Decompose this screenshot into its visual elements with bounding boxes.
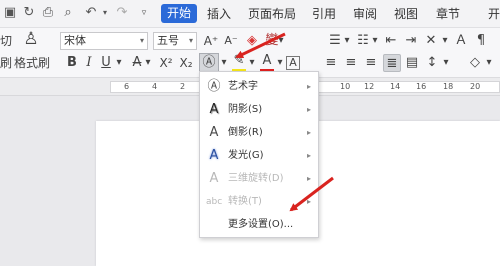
font-size-value: 五号 bbox=[157, 34, 179, 47]
ruler-number: 10 bbox=[340, 82, 351, 91]
menu-bar: ▣ ↻ ⎙ ⌕ ↶ ▾ ↷ ▿ 开始 插入 页面布局 引用 审阅 视图 章节 开 bbox=[0, 0, 500, 28]
tab-layout[interactable]: 页面布局 bbox=[248, 6, 296, 22]
cut-label[interactable]: 切 bbox=[0, 34, 12, 48]
chinese-layout-icon[interactable]: ✕ bbox=[422, 32, 440, 50]
menu-item-more-settings[interactable]: 更多设置(O)... bbox=[200, 214, 318, 236]
ruler-number: 18 bbox=[443, 82, 454, 91]
sort-icon[interactable]: Ａ bbox=[452, 32, 470, 50]
menu-item-3d-rotate: A 三维旋转(D) ▸ bbox=[200, 168, 318, 190]
line-spacing-icon[interactable]: ↕ bbox=[423, 54, 441, 72]
menu-item-reflection[interactable]: A 倒影(R) ▸ bbox=[200, 122, 318, 144]
justify-icon[interactable]: ≣ bbox=[383, 54, 401, 72]
distributed-align-icon[interactable]: ▤ bbox=[403, 54, 421, 72]
bold-icon[interactable]: B bbox=[63, 54, 81, 72]
chevron-down-icon[interactable]: ▾ bbox=[441, 54, 451, 72]
undo-dropdown-icon[interactable]: ▾ bbox=[97, 5, 113, 21]
menu-item-transform: abc 转换(T) ▸ bbox=[200, 191, 318, 213]
3d-rotate-icon: A bbox=[209, 171, 219, 186]
font-color-icon[interactable]: A bbox=[258, 54, 276, 72]
tab-references[interactable]: 引用 bbox=[312, 6, 336, 22]
chevron-down-icon[interactable]: ▾ bbox=[440, 32, 450, 50]
reflection-icon: A bbox=[209, 125, 219, 140]
shadow-icon: A bbox=[209, 102, 219, 117]
tab-start[interactable]: 开始 bbox=[161, 4, 197, 23]
chevron-right-icon: ▸ bbox=[306, 128, 311, 137]
decrease-indent-icon[interactable]: ⇤ bbox=[382, 32, 400, 50]
chevron-right-icon: ▸ bbox=[306, 82, 311, 91]
menu-item-label: 三维旋转(D) bbox=[228, 173, 284, 184]
char-border-icon[interactable]: A bbox=[286, 56, 300, 70]
transform-icon: abc bbox=[206, 197, 223, 207]
customize-dropdown-icon[interactable]: ▿ bbox=[136, 5, 152, 21]
tab-dev[interactable]: 开 bbox=[488, 6, 500, 22]
undo-all-icon[interactable]: ↻ bbox=[21, 5, 37, 21]
menu-item-label: 更多设置(O)... bbox=[228, 219, 294, 230]
shrink-font-icon[interactable]: A⁻ bbox=[222, 32, 240, 50]
menu-item-label: 阴影(S) bbox=[228, 104, 263, 115]
menu-item-label: 转换(T) bbox=[228, 196, 262, 207]
chevron-down-icon[interactable]: ▾ bbox=[342, 32, 352, 50]
grow-font-icon[interactable]: A⁺ bbox=[202, 32, 220, 50]
align-left-icon[interactable]: ≡ bbox=[322, 54, 340, 72]
chevron-down-icon: ▾ bbox=[188, 36, 193, 45]
menu-item-art-text[interactable]: Ⓐ 艺术字 ▸ bbox=[200, 76, 318, 98]
format-painter-label[interactable]: 格式刷 bbox=[14, 56, 50, 70]
chevron-down-icon[interactable]: ▾ bbox=[247, 54, 257, 72]
ruler-number: 12 bbox=[364, 82, 375, 91]
chevron-right-icon: ▸ bbox=[306, 105, 311, 114]
tab-view[interactable]: 视图 bbox=[394, 6, 418, 22]
chevron-down-icon[interactable]: ▾ bbox=[275, 54, 285, 72]
font-name-value: 宋体 bbox=[64, 34, 86, 47]
chevron-right-icon: ▸ bbox=[306, 151, 311, 160]
chevron-down-icon[interactable]: ▾ bbox=[276, 32, 286, 50]
chevron-down-icon[interactable]: ▾ bbox=[484, 54, 494, 72]
menu-item-label: 艺术字 bbox=[228, 81, 258, 92]
ruler-number: 4 bbox=[152, 82, 158, 91]
menu-item-label: 倒影(R) bbox=[228, 127, 263, 138]
font-size-select[interactable]: 五号 ▾ bbox=[153, 32, 197, 50]
ruler-number: 20 bbox=[470, 82, 481, 91]
chevron-right-icon: ▸ bbox=[306, 197, 311, 206]
menu-item-label: 发光(G) bbox=[228, 150, 264, 161]
ruler-number: 2 bbox=[180, 82, 186, 91]
format-painter-icon[interactable]: ♙ bbox=[22, 30, 40, 48]
subscript-icon[interactable]: X₂ bbox=[177, 54, 195, 72]
copy-label[interactable]: 刷 bbox=[0, 56, 12, 70]
align-right-icon[interactable]: ≡ bbox=[362, 54, 380, 72]
chevron-down-icon[interactable]: ▾ bbox=[370, 32, 380, 50]
show-marks-icon[interactable]: ¶ bbox=[472, 32, 490, 50]
chevron-down-icon[interactable]: ▾ bbox=[219, 54, 229, 72]
font-name-select[interactable]: 宋体 ▾ bbox=[60, 32, 148, 50]
chevron-down-icon[interactable]: ▾ bbox=[143, 54, 153, 72]
underline-icon[interactable]: U bbox=[97, 54, 115, 72]
ruler-number: 16 bbox=[416, 82, 427, 91]
ruler-number: 14 bbox=[390, 82, 401, 91]
print-icon[interactable]: ⎙ bbox=[40, 5, 56, 21]
save-icon[interactable]: ▣ bbox=[2, 5, 18, 21]
tab-insert[interactable]: 插入 bbox=[207, 6, 231, 22]
ruler-number: 6 bbox=[124, 82, 130, 91]
tab-review[interactable]: 审阅 bbox=[353, 6, 377, 22]
italic-icon[interactable]: I bbox=[80, 54, 98, 72]
art-text-icon: Ⓐ bbox=[207, 79, 221, 94]
chevron-right-icon: ▸ bbox=[306, 174, 311, 183]
clear-format-icon[interactable]: ◈ bbox=[243, 32, 261, 50]
menu-item-glow[interactable]: A 发光(G) ▸ bbox=[200, 145, 318, 167]
glow-icon: A bbox=[209, 148, 219, 163]
superscript-icon[interactable]: X² bbox=[157, 54, 175, 72]
tab-section[interactable]: 章节 bbox=[436, 6, 460, 22]
highlight-icon[interactable]: ✎ bbox=[230, 54, 248, 72]
align-center-icon[interactable]: ≡ bbox=[342, 54, 360, 72]
text-effects-menu: Ⓐ 艺术字 ▸ A 阴影(S) ▸ A 倒影(R) ▸ A 发光(G) ▸ A … bbox=[199, 71, 319, 238]
increase-indent-icon[interactable]: ⇥ bbox=[402, 32, 420, 50]
chevron-down-icon: ▾ bbox=[139, 36, 144, 45]
redo-icon[interactable]: ↷ bbox=[114, 5, 130, 21]
chevron-down-icon[interactable]: ▾ bbox=[114, 54, 124, 72]
text-effects-icon[interactable]: Ⓐ bbox=[199, 53, 219, 73]
shading-icon[interactable]: ◇ bbox=[466, 54, 484, 72]
menu-item-shadow[interactable]: A 阴影(S) ▸ bbox=[200, 99, 318, 121]
print-preview-icon[interactable]: ⌕ bbox=[60, 5, 76, 21]
